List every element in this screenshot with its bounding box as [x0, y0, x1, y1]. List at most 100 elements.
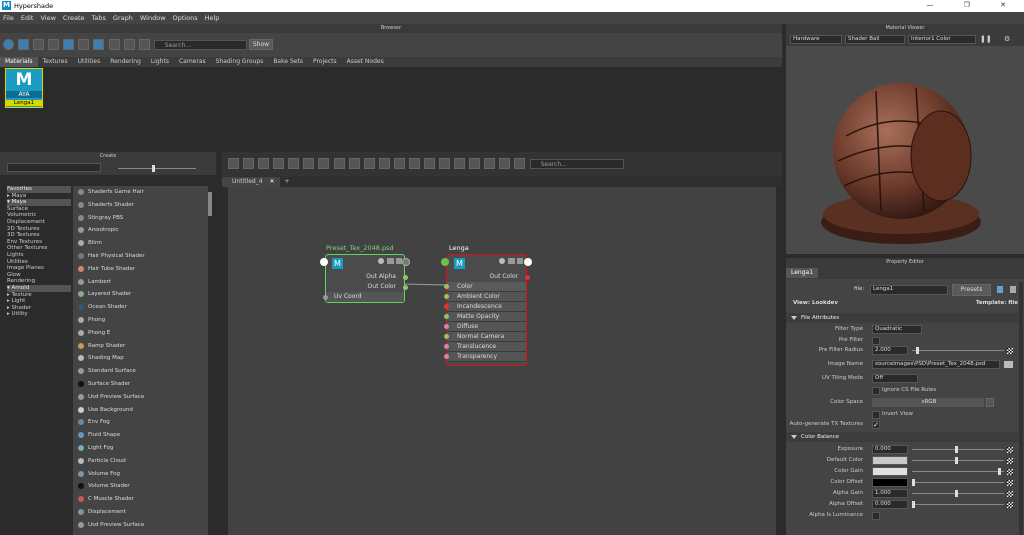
shader-list-item[interactable]: Usd Preview Surface	[73, 519, 208, 532]
bookmark-icon[interactable]	[499, 158, 511, 169]
tab-bake-sets[interactable]: Bake Sets	[268, 57, 308, 67]
alpha-lum-checkbox[interactable]	[872, 511, 880, 520]
grid-toggle-icon[interactable]	[469, 158, 481, 169]
folder-icon[interactable]	[1004, 361, 1013, 368]
close-icon[interactable]: ✕	[1000, 1, 1020, 9]
node-view-icon[interactable]	[387, 258, 394, 264]
menu-help[interactable]: Help	[205, 14, 220, 22]
texture-node[interactable]: M Out Alpha Out Color Uv Coord	[320, 254, 410, 303]
create-tree-item[interactable]: Env Textures	[7, 239, 71, 246]
node-graph-canvas[interactable]: Preset_Tex_2048.psd M Out Alpha Out Colo…	[228, 187, 776, 535]
tab-rendering[interactable]: Rendering	[105, 57, 146, 67]
shader-list-item[interactable]: Usd Preview Surface	[73, 391, 208, 404]
grid-view-icon[interactable]	[18, 39, 30, 50]
file-name-input[interactable]: Lenga1	[870, 285, 948, 295]
pre-filter-radius-slider[interactable]	[912, 347, 1004, 354]
shader-list-item[interactable]: Ocean Shader	[73, 301, 208, 314]
refresh-icon[interactable]	[123, 39, 135, 50]
create-tree-item[interactable]: Image Planes	[7, 265, 71, 272]
browser-search-input[interactable]: Search...	[153, 39, 247, 50]
material-swatch-lenga1[interactable]: M AYA Lenga1	[5, 68, 43, 108]
pre-filter-checkbox[interactable]	[872, 336, 880, 345]
shader-list-item[interactable]: Particle Cloud	[73, 455, 208, 468]
shader-list-item[interactable]: Layered Shader	[73, 288, 208, 301]
menu-graph[interactable]: Graph	[113, 14, 133, 22]
menu-options[interactable]: Options	[173, 14, 198, 22]
shader-list-item[interactable]: Anisotropic	[73, 224, 208, 237]
port-dot-icon[interactable]	[444, 334, 449, 339]
shader-list-item[interactable]: Lambert	[73, 276, 208, 289]
add-tab-icon[interactable]: +	[280, 177, 295, 187]
tab-cameras[interactable]: Cameras	[174, 57, 211, 67]
port-dot-icon[interactable]	[444, 294, 449, 299]
sort-type-icon[interactable]	[108, 39, 120, 50]
color-space-select[interactable]: sRGB	[872, 398, 984, 407]
create-search-input[interactable]	[7, 163, 101, 172]
invert-checkbox[interactable]	[872, 410, 880, 419]
simple-view-icon[interactable]	[363, 158, 375, 169]
shader-list-item[interactable]: Env Fog	[73, 416, 208, 429]
menu-edit[interactable]: Edit	[21, 14, 34, 22]
material-out-color-port[interactable]: Out Color	[447, 272, 530, 282]
shader-list-item[interactable]: Ramp Shader	[73, 340, 208, 353]
menu-file[interactable]: File	[3, 14, 14, 22]
port-dot-icon[interactable]	[444, 314, 449, 319]
out-alpha-port[interactable]: Out Alpha	[326, 272, 408, 282]
create-tree-item[interactable]: Rendering	[7, 278, 71, 285]
material-node-output-handle[interactable]	[524, 258, 532, 266]
large-swatch-icon[interactable]	[78, 39, 90, 50]
menu-create[interactable]: Create	[63, 14, 85, 22]
tab-textures[interactable]: Textures	[38, 57, 73, 67]
connected-view-icon[interactable]	[378, 158, 390, 169]
tab-lenga1[interactable]: Lenga1	[786, 268, 819, 278]
pre-filter-radius-map-icon[interactable]	[1007, 347, 1013, 354]
pre-filter-radius-input[interactable]: 2.000	[872, 346, 908, 355]
auto-tx-checkbox[interactable]: ✓	[872, 420, 880, 429]
shader-list-item[interactable]: Shaderfx Game Hair	[73, 186, 208, 199]
material-swatch-icon[interactable]	[517, 258, 523, 264]
color-gain-map-icon[interactable]	[1007, 468, 1013, 475]
texture-node-output-handle[interactable]	[402, 258, 410, 266]
alpha-gain-input[interactable]: 1.000	[872, 489, 908, 498]
tab-utilities[interactable]: Utilities	[73, 57, 106, 67]
create-size-slider[interactable]	[118, 165, 196, 172]
shader-list-item[interactable]: Displacement	[73, 506, 208, 519]
notes-icon[interactable]	[1010, 286, 1016, 293]
shader-list-item[interactable]: Light Fog	[73, 442, 208, 455]
material-input-port[interactable]: Translucence	[444, 342, 526, 352]
full-view-icon[interactable]	[393, 158, 405, 169]
menu-tabs[interactable]: Tabs	[92, 14, 106, 22]
port-dot-icon[interactable]	[444, 284, 449, 289]
shader-list-item[interactable]: C Muscle Shader	[73, 493, 208, 506]
shader-list-item[interactable]: Blinn	[73, 237, 208, 250]
default-color-map-icon[interactable]	[1007, 457, 1013, 464]
graph-search-input[interactable]: Search...	[529, 158, 624, 169]
create-tree-item[interactable]: Other Textures	[7, 245, 71, 252]
geometry-select[interactable]: Shader Ball	[845, 35, 905, 44]
presets-button[interactable]: Presets	[952, 284, 991, 296]
shader-list-item[interactable]: Volume Shader	[73, 480, 208, 493]
out-color-port[interactable]: Out Color	[326, 282, 408, 292]
tab-projects[interactable]: Projects	[308, 57, 342, 67]
graph-both-icon[interactable]	[258, 158, 270, 169]
material-preview[interactable]	[786, 46, 1024, 254]
exposure-map-icon[interactable]	[1007, 446, 1013, 453]
filter-type-select[interactable]: Quadratic	[872, 325, 922, 334]
default-color-swatch[interactable]	[872, 456, 908, 465]
ignore-cs-checkbox[interactable]	[872, 386, 880, 395]
material-node[interactable]: M Out Color Color Ambient Color Incandesce…	[441, 254, 532, 366]
file-attributes-section[interactable]: File Attributes	[786, 313, 1019, 323]
material-view-icon[interactable]	[508, 258, 515, 264]
shader-list-item[interactable]: Volume Fog	[73, 468, 208, 481]
material-info-icon[interactable]	[499, 258, 505, 264]
material-input-port[interactable]: Incandescence	[444, 302, 526, 312]
zoom-icon[interactable]	[424, 158, 436, 169]
copy-tab-icon[interactable]	[997, 286, 1003, 293]
create-tree-item[interactable]: Utilities	[7, 259, 71, 266]
color-gain-slider[interactable]	[912, 468, 1004, 475]
relayout-icon[interactable]	[318, 158, 330, 169]
uv-coord-port[interactable]: Uv Coord	[323, 292, 404, 302]
create-tree-item[interactable]: ▸ Shader	[7, 305, 71, 312]
node-info-icon[interactable]	[378, 258, 384, 264]
tab-untitled-4[interactable]: Untitled_4 ✕	[222, 176, 280, 187]
